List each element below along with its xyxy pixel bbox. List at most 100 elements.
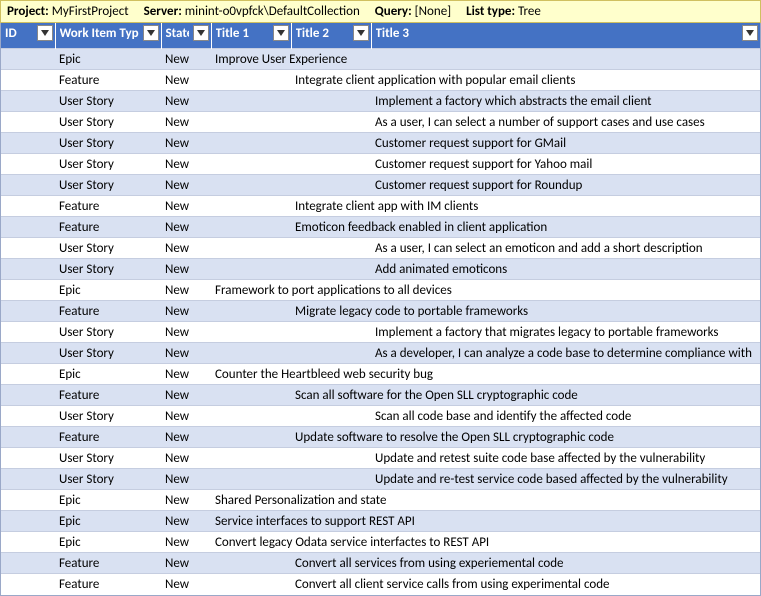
cell-title[interactable]: Shared Personalization and state	[211, 490, 760, 511]
cell-work-item-type[interactable]: Epic	[55, 511, 161, 532]
cell-id[interactable]	[1, 301, 55, 322]
table-row[interactable]: FeatureNew Integrate client application w…	[1, 70, 760, 91]
table-row[interactable]: EpicNewFramework to port applications to…	[1, 280, 760, 301]
filter-dropdown-icon[interactable]	[193, 25, 209, 41]
cell-id[interactable]	[1, 469, 55, 490]
cell-state[interactable]: New	[161, 385, 211, 406]
cell-title[interactable]: Integrate client application with popula…	[291, 70, 760, 91]
cell-work-item-type[interactable]: Feature	[55, 301, 161, 322]
cell-work-item-type[interactable]: User Story	[55, 322, 161, 343]
table-row[interactable]: EpicNewCounter the Heartbleed web securi…	[1, 364, 760, 385]
cell-state[interactable]: New	[161, 406, 211, 427]
cell-id[interactable]	[1, 49, 55, 70]
cell-id[interactable]	[1, 238, 55, 259]
cell-state[interactable]: New	[161, 511, 211, 532]
cell-title[interactable]: Implement a factory which abstracts the …	[371, 91, 760, 112]
table-row[interactable]: User StoryNewImplement a factory which a…	[1, 91, 760, 112]
col-header-title2[interactable]: Title 2	[291, 23, 371, 49]
table-row[interactable]: EpicNewShared Personalization and state	[1, 490, 760, 511]
cell-state[interactable]: New	[161, 553, 211, 574]
filter-dropdown-icon[interactable]	[742, 25, 758, 41]
cell-work-item-type[interactable]: Feature	[55, 574, 161, 595]
cell-work-item-type[interactable]: User Story	[55, 133, 161, 154]
cell-state[interactable]: New	[161, 259, 211, 280]
table-row[interactable]: User StoryNewAs a developer, I can analy…	[1, 343, 760, 364]
cell-title[interactable]: As a user, I can select a number of supp…	[371, 112, 760, 133]
col-header-type[interactable]: Work Item Type	[55, 23, 161, 49]
cell-work-item-type[interactable]: Feature	[55, 427, 161, 448]
cell-state[interactable]: New	[161, 574, 211, 595]
table-row[interactable]: User StoryNewCustomer request support fo…	[1, 175, 760, 196]
cell-title[interactable]: Add animated emoticons	[371, 259, 760, 280]
cell-title[interactable]: Emoticon feedback enabled in client appl…	[291, 217, 760, 238]
cell-state[interactable]: New	[161, 217, 211, 238]
cell-title[interactable]: Integrate client app with IM clients	[291, 196, 760, 217]
table-row[interactable]: User StoryNew Implement a factory that mi…	[1, 322, 760, 343]
table-row[interactable]: FeatureNewConvert all client service cal…	[1, 574, 760, 595]
col-header-title1[interactable]: Title 1	[211, 23, 291, 49]
cell-work-item-type[interactable]: User Story	[55, 175, 161, 196]
filter-dropdown-icon[interactable]	[273, 25, 289, 41]
cell-title[interactable]: Customer request support for Yahoo mail	[371, 154, 760, 175]
cell-id[interactable]	[1, 70, 55, 91]
cell-work-item-type[interactable]: Feature	[55, 70, 161, 91]
cell-work-item-type[interactable]: User Story	[55, 259, 161, 280]
cell-id[interactable]	[1, 574, 55, 595]
cell-work-item-type[interactable]: User Story	[55, 448, 161, 469]
cell-state[interactable]: New	[161, 133, 211, 154]
cell-title[interactable]: Implement a factory that migrates legacy…	[371, 322, 760, 343]
cell-state[interactable]: New	[161, 490, 211, 511]
cell-work-item-type[interactable]: Epic	[55, 364, 161, 385]
cell-id[interactable]	[1, 259, 55, 280]
cell-title[interactable]: Update software to resolve the Open SLL …	[291, 427, 760, 448]
cell-work-item-type[interactable]: User Story	[55, 238, 161, 259]
cell-id[interactable]	[1, 112, 55, 133]
table-row[interactable]: User StoryNew Add animated emoticons	[1, 259, 760, 280]
cell-state[interactable]: New	[161, 91, 211, 112]
table-row[interactable]: FeatureNewUpdate software to resolve the…	[1, 427, 760, 448]
cell-title[interactable]: Improve User Experience	[211, 49, 760, 70]
cell-id[interactable]	[1, 280, 55, 301]
cell-title[interactable]: As a user, I can select an emoticon and …	[371, 238, 760, 259]
cell-state[interactable]: New	[161, 49, 211, 70]
cell-work-item-type[interactable]: Epic	[55, 49, 161, 70]
cell-title[interactable]: Update and retest suite code base affect…	[371, 448, 760, 469]
col-header-id[interactable]: ID	[1, 23, 55, 49]
cell-id[interactable]	[1, 448, 55, 469]
cell-title[interactable]: As a developer, I can analyze a code bas…	[371, 343, 760, 364]
cell-work-item-type[interactable]: User Story	[55, 112, 161, 133]
cell-work-item-type[interactable]: User Story	[55, 343, 161, 364]
cell-work-item-type[interactable]: Feature	[55, 217, 161, 238]
table-row[interactable]: FeatureNewConvert all services from usin…	[1, 553, 760, 574]
cell-state[interactable]: New	[161, 70, 211, 91]
table-row[interactable]: User StoryNewCustomer request support fo…	[1, 154, 760, 175]
cell-id[interactable]	[1, 175, 55, 196]
cell-state[interactable]: New	[161, 301, 211, 322]
filter-dropdown-icon[interactable]	[37, 25, 53, 41]
cell-id[interactable]	[1, 322, 55, 343]
cell-id[interactable]	[1, 217, 55, 238]
cell-work-item-type[interactable]: Feature	[55, 553, 161, 574]
cell-state[interactable]: New	[161, 154, 211, 175]
cell-work-item-type[interactable]: Epic	[55, 532, 161, 553]
cell-id[interactable]	[1, 427, 55, 448]
cell-state[interactable]: New	[161, 322, 211, 343]
filter-dropdown-icon[interactable]	[143, 25, 159, 41]
cell-title[interactable]: Migrate legacy code to portable framewor…	[291, 301, 760, 322]
cell-title[interactable]: Customer request support for GMail	[371, 133, 760, 154]
cell-work-item-type[interactable]: Feature	[55, 196, 161, 217]
cell-title[interactable]: Framework to port applications to all de…	[211, 280, 760, 301]
table-row[interactable]: EpicNewImprove User Experience	[1, 49, 760, 70]
cell-id[interactable]	[1, 154, 55, 175]
cell-id[interactable]	[1, 385, 55, 406]
filter-dropdown-icon[interactable]	[353, 25, 369, 41]
col-header-title3[interactable]: Title 3	[371, 23, 760, 49]
cell-title[interactable]: Scan all software for the Open SLL crypt…	[291, 385, 760, 406]
table-row[interactable]: FeatureNewScan all software for the Open…	[1, 385, 760, 406]
cell-title[interactable]: Service interfaces to support REST API	[211, 511, 760, 532]
table-row[interactable]: User StoryNewUpdate and re-test service …	[1, 469, 760, 490]
table-row[interactable]: FeatureNewIntegrate client app with IM c…	[1, 196, 760, 217]
table-row[interactable]: User StoryNew As a user, I can select a n…	[1, 112, 760, 133]
cell-state[interactable]: New	[161, 112, 211, 133]
table-row[interactable]: FeatureNew Emoticon feedback enabled in c…	[1, 217, 760, 238]
